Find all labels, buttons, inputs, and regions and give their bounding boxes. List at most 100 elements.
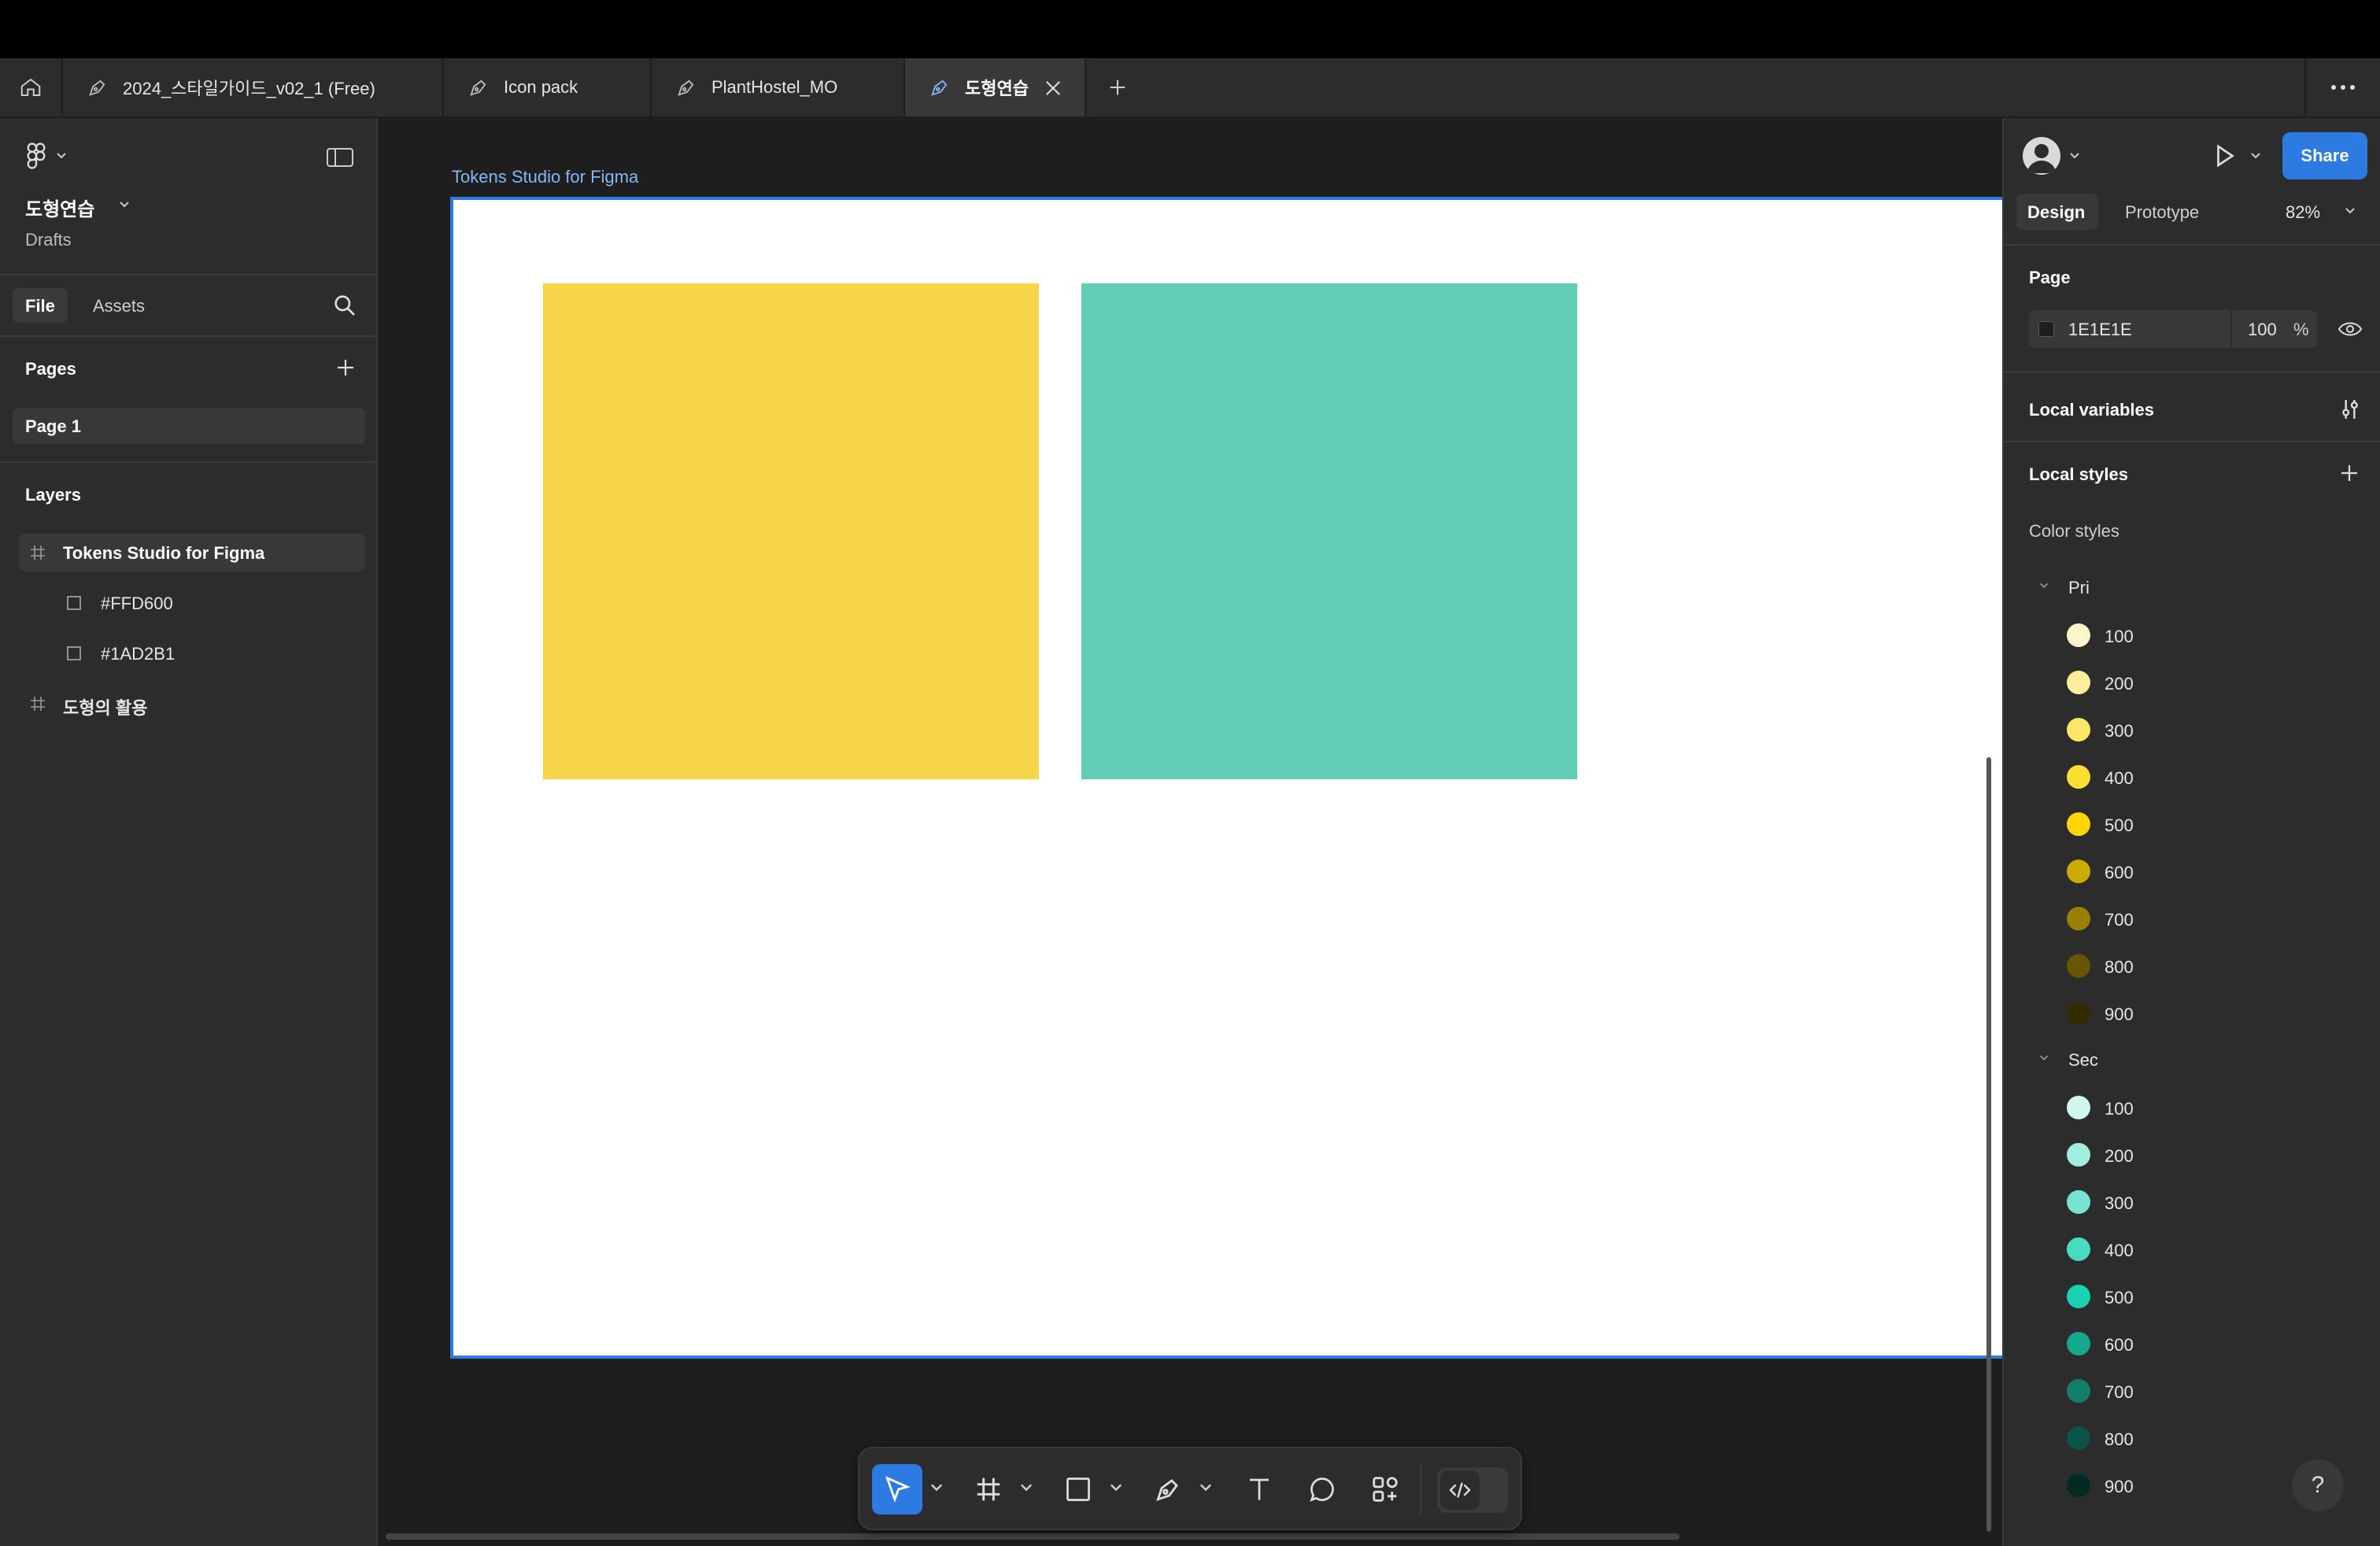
home-tab[interactable] — [0, 58, 63, 117]
color-style-item[interactable]: 300 — [2004, 1187, 2380, 1219]
page-item[interactable]: Page 1 — [13, 408, 365, 444]
color-style-item[interactable]: 400 — [2004, 1234, 2380, 1266]
comment-tool-button[interactable] — [1297, 1464, 1347, 1515]
more-menu-button[interactable] — [2304, 58, 2380, 117]
horizontal-scrollbar[interactable] — [386, 1533, 1680, 1540]
color-style-swatch — [2067, 907, 2090, 930]
swatch-yellow[interactable] — [543, 283, 1039, 779]
chevron-down-icon[interactable] — [1198, 1480, 1214, 1496]
comment-icon — [1310, 1478, 1334, 1502]
move-tool-button[interactable] — [872, 1464, 922, 1515]
frame-tokens-studio[interactable] — [450, 197, 2002, 1359]
avatar[interactable] — [2023, 137, 2060, 175]
color-style-item[interactable]: 500 — [2004, 809, 2380, 841]
tab-design-label: Design — [2027, 202, 2086, 222]
right-panel: Share Design Prototype 82% Page 1E1E1E 1… — [2002, 118, 2380, 1546]
page-color-value[interactable]: 1E1E1E — [2068, 320, 2132, 340]
page-section-header: Page — [2029, 268, 2071, 287]
frame-tool-button[interactable] — [963, 1464, 1014, 1515]
opacity-unit: % — [2293, 320, 2309, 339]
components-icon — [1373, 1477, 1398, 1502]
zoom-level[interactable]: 82% — [2286, 202, 2320, 223]
frame-label[interactable]: Tokens Studio for Figma — [452, 167, 638, 187]
swatch-teal[interactable] — [1081, 283, 1577, 779]
file-tab-3[interactable]: PlantHostel_MO — [652, 58, 905, 117]
chevron-down-icon[interactable] — [2249, 151, 2262, 161]
color-style-item[interactable]: 200 — [2004, 1140, 2380, 1171]
figma-logo-icon[interactable] — [25, 142, 47, 170]
color-style-label: 700 — [2105, 910, 2134, 930]
color-style-item[interactable]: 700 — [2004, 904, 2380, 935]
color-style-item[interactable]: 200 — [2004, 668, 2380, 699]
variables-settings-icon[interactable] — [2338, 397, 2363, 422]
chevron-down-icon[interactable] — [2344, 206, 2356, 216]
vertical-scrollbar[interactable] — [1986, 757, 1991, 1532]
cursor-icon — [885, 1476, 911, 1503]
pen-file-icon — [470, 80, 486, 96]
layer-label: Tokens Studio for Figma — [63, 543, 265, 563]
file-tab-active[interactable]: 도형연습 — [905, 58, 1086, 117]
tab-assets[interactable]: Assets — [93, 296, 145, 316]
dev-mode-toggle[interactable] — [1437, 1467, 1508, 1513]
color-style-item[interactable]: 400 — [2004, 762, 2380, 793]
eye-icon[interactable] — [2338, 320, 2363, 338]
help-button[interactable]: ? — [2292, 1459, 2344, 1511]
layer-row-frame[interactable]: Tokens Studio for Figma — [19, 534, 365, 571]
tab-prototype[interactable]: Prototype — [2125, 202, 2199, 223]
file-location[interactable]: Drafts — [25, 230, 72, 250]
chevron-down-icon[interactable] — [118, 200, 131, 209]
color-style-swatch — [2067, 1332, 2090, 1356]
color-style-item[interactable]: 900 — [2004, 998, 2380, 1030]
file-tab-2[interactable]: Icon pack — [444, 58, 652, 117]
layer-row-rect-2[interactable]: #1AD2B1 — [19, 634, 365, 672]
color-style-swatch — [2067, 1426, 2090, 1450]
chevron-down-icon[interactable] — [1108, 1480, 1124, 1496]
share-button[interactable]: Share — [2282, 132, 2367, 179]
color-style-label: 500 — [2105, 1288, 2134, 1307]
style-group-name: Sec — [2068, 1050, 2098, 1070]
tab-bar: 2024_스타일가이드_v02_1 (Free) Icon pack Plant… — [0, 58, 2380, 118]
style-group-header[interactable]: Pri — [2035, 573, 2366, 601]
style-group-header[interactable]: Sec — [2035, 1045, 2366, 1074]
layer-row-frame-2[interactable]: 도형의 활용 — [19, 685, 365, 723]
color-style-swatch — [2067, 671, 2090, 694]
panel-toggle-icon[interactable] — [326, 146, 354, 168]
color-style-item[interactable]: 800 — [2004, 1423, 2380, 1455]
pen-file-icon — [89, 80, 105, 96]
tab-file[interactable]: File — [13, 288, 68, 323]
close-icon[interactable] — [1042, 77, 1064, 99]
color-style-item[interactable]: 100 — [2004, 1093, 2380, 1124]
chevron-down-icon[interactable] — [929, 1480, 944, 1496]
color-style-item[interactable]: 700 — [2004, 1376, 2380, 1407]
color-style-item[interactable]: 500 — [2004, 1282, 2380, 1313]
chevron-down-icon[interactable] — [55, 151, 68, 161]
components-tool-button[interactable] — [1360, 1464, 1410, 1515]
chevron-down-icon[interactable] — [1018, 1480, 1034, 1496]
search-icon[interactable] — [332, 293, 357, 318]
page-opacity-value[interactable]: 100 — [2248, 320, 2277, 340]
add-page-icon[interactable] — [334, 356, 357, 379]
chevron-down-icon[interactable] — [2068, 151, 2081, 161]
color-style-item[interactable]: 100 — [2004, 620, 2380, 652]
pen-tool-button[interactable] — [1143, 1464, 1193, 1515]
tab-design[interactable]: Design — [2016, 194, 2098, 230]
color-style-item[interactable]: 800 — [2004, 951, 2380, 982]
chevron-down-icon — [2040, 1055, 2048, 1060]
rectangle-tool-button[interactable] — [1053, 1464, 1103, 1515]
file-tab-1[interactable]: 2024_스타일가이드_v02_1 (Free) — [63, 58, 444, 117]
color-style-item[interactable]: 600 — [2004, 856, 2380, 888]
text-tool-button[interactable] — [1234, 1464, 1284, 1515]
canvas[interactable]: Tokens Studio for Figma — [378, 118, 2002, 1546]
new-tab-button[interactable] — [1086, 58, 1149, 117]
file-name[interactable]: 도형연습 — [25, 194, 94, 221]
local-variables-header[interactable]: Local variables — [2029, 400, 2154, 420]
add-style-icon[interactable] — [2338, 461, 2361, 485]
color-chip[interactable] — [2038, 321, 2054, 337]
pen-file-icon — [678, 80, 694, 96]
layer-row-rect-1[interactable]: #FFD600 — [19, 584, 365, 622]
play-icon[interactable] — [2210, 142, 2238, 170]
color-style-item[interactable]: 600 — [2004, 1329, 2380, 1360]
color-style-swatch — [2067, 1379, 2090, 1403]
page-color-field[interactable]: 1E1E1E 100 % — [2029, 310, 2317, 348]
color-style-item[interactable]: 300 — [2004, 715, 2380, 746]
